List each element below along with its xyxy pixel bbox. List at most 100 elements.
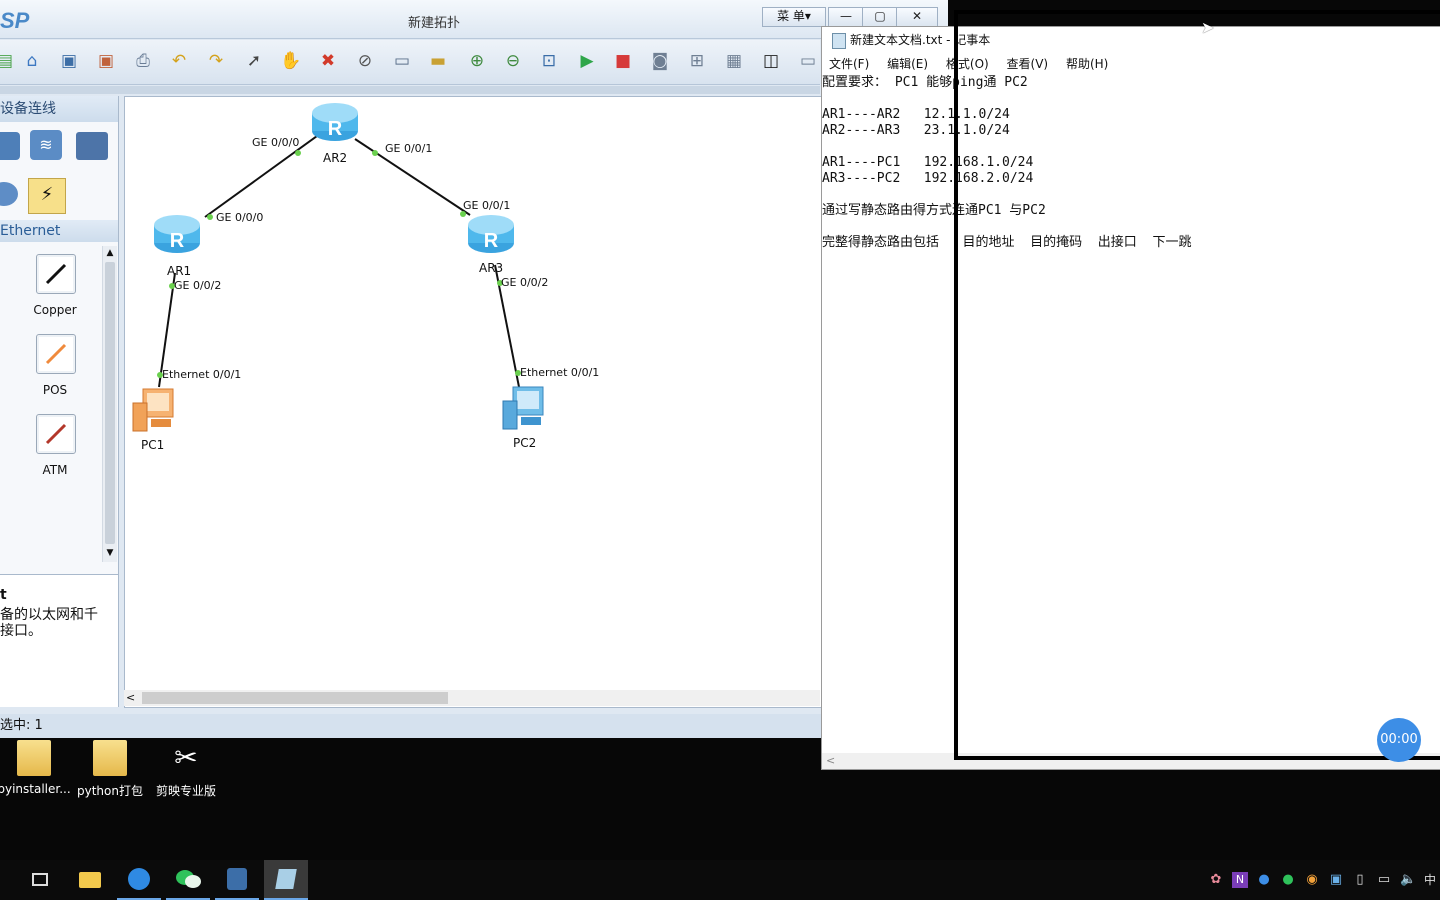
wechat-icon[interactable] bbox=[166, 860, 210, 900]
router-category-icon[interactable] bbox=[0, 132, 20, 160]
device-label: PC1 bbox=[141, 438, 165, 452]
ensp-title-bar[interactable]: SP 新建拓扑 菜 单▾ — ▢ ✕ bbox=[0, 0, 948, 39]
rectangle-icon[interactable]: ▬ bbox=[427, 50, 449, 72]
scrollbar-thumb[interactable] bbox=[105, 262, 115, 544]
menu-file[interactable]: 文件(F) bbox=[829, 57, 869, 71]
minimize-button[interactable]: — bbox=[828, 7, 864, 27]
pc-pc1[interactable] bbox=[129, 385, 181, 433]
ensp-logo: SP bbox=[0, 8, 30, 33]
desktop-icon-pyinstaller[interactable]: pyinstaller... bbox=[0, 740, 74, 796]
toolbar-divider bbox=[0, 86, 820, 94]
desktop-icon-label: 剪映专业版 bbox=[155, 784, 216, 798]
cloud-category-icon[interactable] bbox=[0, 182, 18, 206]
port-label: GE 0/0/2 bbox=[174, 279, 222, 292]
window-title: 新建拓扑 bbox=[408, 16, 461, 31]
desktop-icon-jianying[interactable]: ✂ 剪映专业版 bbox=[146, 740, 226, 799]
port-dot bbox=[372, 150, 378, 156]
undo-icon[interactable]: ↶ bbox=[168, 50, 190, 72]
delete-link-icon[interactable]: ⊘ bbox=[354, 50, 376, 72]
port-label: GE 0/0/0 bbox=[216, 211, 264, 224]
capture-icon[interactable]: ◙ bbox=[649, 50, 671, 72]
topology-canvas[interactable]: R R R AR2 AR1 AR3 PC1 PC2 GE 0/0/0 GE 0/… bbox=[124, 96, 822, 708]
notepad-taskbar-icon[interactable] bbox=[264, 860, 308, 900]
ensp-app-icon[interactable] bbox=[215, 860, 259, 900]
status-text: 选中: 1 bbox=[0, 718, 43, 733]
screenshot-icon[interactable]: ◫ bbox=[760, 50, 782, 72]
panel-scrollbar[interactable]: ▲ ▼ bbox=[102, 246, 117, 562]
router-icon: R bbox=[312, 103, 358, 141]
menu-edit[interactable]: 编辑(E) bbox=[887, 57, 928, 71]
browser-icon[interactable] bbox=[117, 860, 161, 900]
port-label: Ethernet 0/0/1 bbox=[162, 368, 242, 381]
scroll-left-icon[interactable]: < bbox=[126, 690, 135, 706]
task-view-icon[interactable] bbox=[18, 860, 62, 900]
router-ar3[interactable]: R bbox=[467, 213, 515, 255]
save-icon[interactable]: ▣ bbox=[58, 50, 80, 72]
volume-icon[interactable]: 🔈 bbox=[1400, 872, 1416, 888]
router-ar1[interactable]: R bbox=[153, 213, 201, 255]
tray-flower-icon[interactable]: ✿ bbox=[1208, 872, 1224, 888]
fit-icon[interactable]: ⊡ bbox=[538, 50, 560, 72]
delete-icon[interactable]: ✖ bbox=[317, 50, 339, 72]
router-ar2[interactable]: R bbox=[311, 101, 359, 143]
cable-category-header: Ethernet bbox=[0, 220, 118, 242]
atm-cable-button[interactable] bbox=[36, 414, 76, 454]
tray-browser-icon[interactable]: ● bbox=[1256, 872, 1272, 888]
tray-network-app-icon[interactable]: ▣ bbox=[1328, 872, 1344, 888]
device-panel-header: 设备连线 bbox=[0, 96, 118, 122]
home-icon[interactable]: ⌂ bbox=[21, 50, 43, 72]
new-topology-icon[interactable]: ▤ bbox=[0, 50, 16, 72]
topology-links bbox=[157, 122, 521, 388]
onenote-icon[interactable]: N bbox=[1232, 872, 1248, 888]
taskbar: ✿ N ● ● ◉ ▣ ▯ ▭ 🔈 中 bbox=[0, 860, 1440, 900]
scroll-up-icon[interactable]: ▲ bbox=[103, 246, 117, 260]
file-explorer-icon[interactable] bbox=[68, 860, 112, 900]
ime-indicator[interactable]: 中 bbox=[1422, 872, 1438, 888]
grid-icon[interactable]: ▦ bbox=[723, 50, 745, 72]
usb-icon[interactable]: ▯ bbox=[1352, 872, 1368, 888]
pointer-icon[interactable]: ➚ bbox=[243, 50, 265, 72]
description-line: 接口。 bbox=[0, 623, 42, 639]
router-icon: R bbox=[154, 215, 200, 253]
start-icon[interactable]: ▶ bbox=[576, 50, 598, 72]
scroll-left-icon[interactable]: < bbox=[826, 753, 835, 769]
tray-app-icon[interactable]: ◉ bbox=[1304, 872, 1320, 888]
port-label: GE 0/0/2 bbox=[501, 276, 549, 289]
desktop-icon-python[interactable]: python打包 bbox=[70, 740, 150, 799]
recording-timer[interactable]: 00:00 bbox=[1377, 718, 1421, 762]
pos-cable-icon bbox=[45, 343, 67, 365]
close-button[interactable]: ✕ bbox=[896, 7, 938, 27]
copper-cable-button[interactable] bbox=[36, 254, 76, 294]
device-label: AR1 bbox=[167, 264, 192, 278]
redo-icon[interactable]: ↷ bbox=[205, 50, 227, 72]
cable-label: POS bbox=[42, 383, 68, 397]
maximize-button[interactable]: ▢ bbox=[862, 7, 898, 27]
menu-button[interactable]: 菜 单▾ bbox=[762, 7, 826, 27]
save-as-icon[interactable]: ▣ bbox=[95, 50, 117, 72]
folder-icon bbox=[93, 740, 127, 776]
stop-icon[interactable]: ■ bbox=[612, 50, 634, 72]
scroll-down-icon[interactable]: ▼ bbox=[103, 546, 117, 560]
port-dot bbox=[295, 150, 301, 156]
desktop-icon-label: pyinstaller... bbox=[0, 782, 71, 796]
pos-cable-button[interactable] bbox=[36, 334, 76, 374]
canvas-scrollbar[interactable]: < bbox=[124, 690, 820, 706]
zoom-out-icon[interactable]: ⊖ bbox=[502, 50, 524, 72]
security-category-icon[interactable] bbox=[76, 132, 108, 160]
network-icon[interactable]: ▭ bbox=[1376, 872, 1392, 888]
topology-icon[interactable]: ⊞ bbox=[686, 50, 708, 72]
cable-category-icon[interactable]: ⚡ bbox=[28, 178, 66, 214]
hand-icon[interactable]: ✋ bbox=[280, 50, 302, 72]
port-dot bbox=[207, 214, 213, 220]
scrollbar-thumb[interactable] bbox=[142, 692, 448, 704]
port-label: GE 0/0/1 bbox=[385, 142, 433, 155]
text-icon[interactable]: ▭ bbox=[391, 50, 413, 72]
tray-wechat-icon[interactable]: ● bbox=[1280, 872, 1296, 888]
zoom-in-icon[interactable]: ⊕ bbox=[466, 50, 488, 72]
wireless-category-icon[interactable]: ≋ bbox=[30, 130, 62, 160]
print-icon[interactable]: ⎙ bbox=[132, 50, 154, 72]
device-label: AR2 bbox=[323, 151, 348, 165]
pc-pc2[interactable] bbox=[499, 383, 551, 431]
comment-icon[interactable]: ▭ bbox=[797, 50, 819, 72]
description-title: t bbox=[0, 587, 7, 603]
